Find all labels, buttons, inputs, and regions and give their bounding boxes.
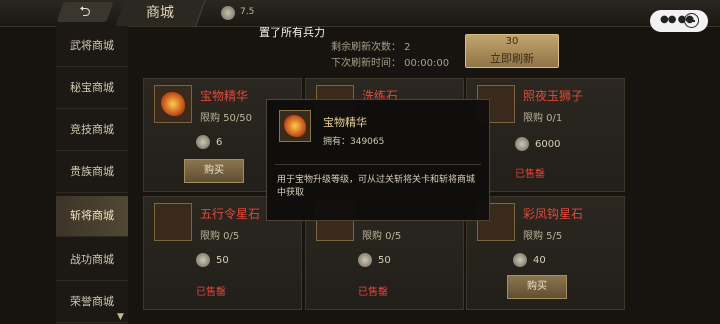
- sidebar-item-treasure[interactable]: 秘宝商城: [56, 68, 128, 109]
- item-price: 6000: [535, 139, 561, 150]
- banner-message: 置了所有兵力: [259, 26, 325, 39]
- coin-icon: [515, 137, 529, 151]
- currency-label: 7.5: [240, 7, 255, 17]
- coin-icon: [358, 253, 372, 267]
- purchase-limit: 限购 0/5: [362, 231, 402, 242]
- buy-button[interactable]: 购买: [184, 159, 244, 183]
- item-name: 彩凤钩星石: [523, 207, 584, 221]
- sidebar-item-arena[interactable]: 竞技商城: [56, 110, 128, 151]
- refresh-label: 立即刷新: [490, 52, 534, 65]
- sold-out-label: 已售罄: [515, 169, 545, 180]
- item-price: 6: [216, 137, 223, 148]
- item-name: 宝物精华: [200, 89, 249, 103]
- coin-icon: [196, 253, 210, 267]
- treasure-essence-icon: [279, 110, 311, 142]
- purchase-limit: 限购 50/50: [200, 113, 252, 124]
- back-arrow-icon: ⮌: [79, 4, 91, 20]
- sidebar-item-slay-general[interactable]: 斩将商城: [56, 196, 128, 237]
- item-price: 40: [533, 255, 546, 266]
- sold-out-label: 已售罄: [358, 287, 388, 298]
- item-detail-popup: 宝物精华 拥有：349065 用于宝物升级等级，可从过关斩将关卡和斩将商城中获取: [266, 99, 490, 221]
- sidebar-item-noble[interactable]: 贵族商城: [56, 152, 128, 193]
- currency-coin-icon: [221, 6, 235, 20]
- refresh-cost: 30: [505, 36, 519, 47]
- refresh-remaining: 剩余刷新次数： 2: [331, 42, 411, 53]
- purchase-limit: 限购 0/5: [200, 231, 240, 242]
- next-refresh-time: 下次刷新时间： 00:00:00: [331, 58, 450, 69]
- purchase-limit: 限购 0/1: [523, 113, 563, 124]
- sidebar-item-generals[interactable]: 武将商城: [56, 26, 128, 67]
- minimize-icon[interactable]: [684, 13, 699, 28]
- divider: [275, 164, 481, 165]
- sold-out-label: 已售罄: [196, 287, 226, 298]
- shop-sidebar: 武将商城 秘宝商城 竞技商城 贵族商城 斩将商城 战功商城 荣誉商城: [56, 26, 128, 324]
- treasure-essence-thumb: [154, 85, 192, 123]
- five-element-stone-thumb: [154, 203, 192, 241]
- item-name: 五行令星石: [200, 207, 261, 221]
- coin-icon: [196, 135, 210, 149]
- popup-owned-count: 拥有：349065: [323, 137, 385, 147]
- sidebar-item-merit[interactable]: 战功商城: [56, 240, 128, 281]
- shop-title-tab: 商城: [115, 0, 206, 26]
- back-button[interactable]: ⮌: [56, 2, 114, 22]
- refresh-now-button[interactable]: 30 立即刷新: [465, 34, 559, 68]
- popup-description: 用于宝物升级等级，可从过关斩将关卡和斩将商城中获取: [277, 175, 476, 198]
- item-price: 50: [216, 255, 229, 266]
- window-controls: ●● ●●: [650, 10, 708, 32]
- chevron-down-icon[interactable]: ▼: [117, 312, 124, 322]
- purchase-limit: 限购 5/5: [523, 231, 563, 242]
- item-price: 50: [378, 255, 391, 266]
- coin-icon: [513, 253, 527, 267]
- buy-button[interactable]: 购买: [507, 275, 567, 299]
- item-name: 照夜玉狮子: [523, 89, 584, 103]
- popup-item-name: 宝物精华: [323, 116, 367, 129]
